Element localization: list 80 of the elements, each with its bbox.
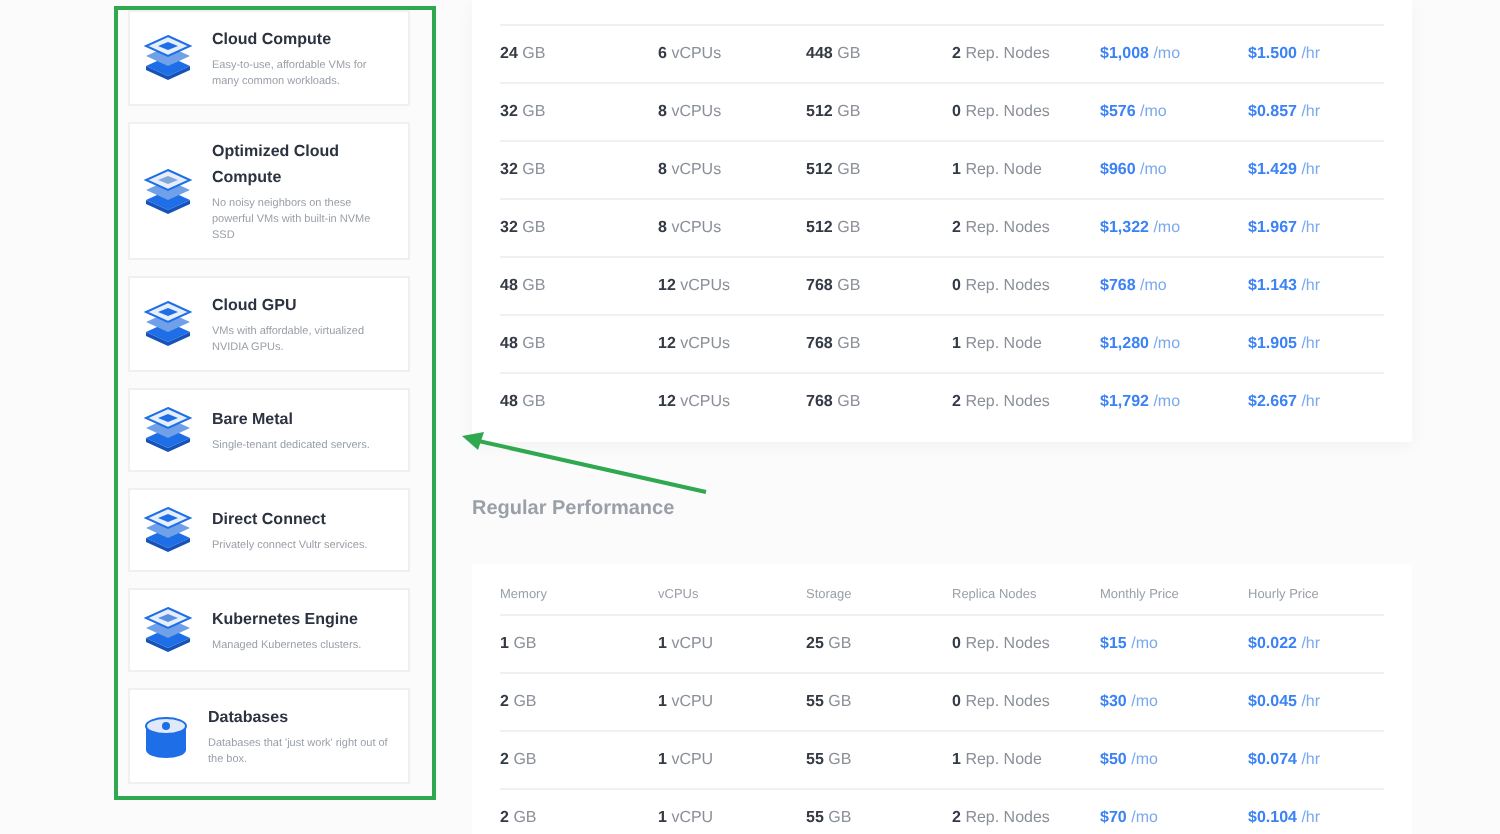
table-cell-text: $1.500 /hr <box>1248 42 1323 66</box>
table-cell-text: 2 Rep. Nodes <box>952 216 1052 240</box>
server-stack-icon <box>142 298 194 350</box>
table-cell-text: $0.074 /hr <box>1248 748 1323 772</box>
table-cell-text: $0.045 /hr <box>1248 690 1323 714</box>
table-cell-text: 0 Rep. Nodes <box>952 632 1052 656</box>
table-cell-text: $50 /mo <box>1100 748 1160 772</box>
table-cell-text: $1.143 /hr <box>1248 274 1323 298</box>
table-cell-text: 768 GB <box>806 274 863 298</box>
server-stack-icon <box>142 165 194 217</box>
table-cell-text: 768 GB <box>806 390 863 414</box>
product-title: Optimized Cloud Compute <box>212 140 342 190</box>
table-cell-text: 24 GB <box>500 42 548 66</box>
table-cell-text: 32 GB <box>500 100 548 124</box>
table-cell-text: 0 Rep. Nodes <box>952 100 1052 124</box>
table-cell-text: 2 Rep. Nodes <box>952 390 1052 414</box>
table-cell-text: 1 vCPU <box>658 632 716 656</box>
table-cell-text: 1 vCPU <box>658 690 716 714</box>
table-cell-text: $0.022 /hr <box>1248 632 1323 656</box>
table-cell-text: $1.967 /hr <box>1248 216 1323 240</box>
server-stack-icon <box>142 32 194 84</box>
product-title: Cloud Compute <box>212 28 334 52</box>
table-cell-text: $1,008 /mo <box>1100 42 1183 66</box>
table-cell-text: $15 /mo <box>1100 632 1160 656</box>
table-cell-text: 1 vCPU <box>658 806 716 830</box>
table-cell-text: $0.104 /hr <box>1248 806 1323 830</box>
table-cell-text: 8 vCPUs <box>658 158 724 182</box>
table-cell-text: 512 GB <box>806 158 863 182</box>
table-cell-text: 1 vCPU <box>658 748 716 772</box>
table-cell-text: 55 GB <box>806 806 854 830</box>
table-cell-text: 1 Rep. Node <box>952 748 1044 772</box>
table-cell-text: $1.429 /hr <box>1248 158 1323 182</box>
table-cell-text: 1 GB <box>500 632 539 656</box>
table-cell-text: 8 vCPUs <box>658 100 724 124</box>
table-cell-text: $1,792 /mo <box>1100 390 1183 414</box>
table-cell-text: 48 GB <box>500 274 548 298</box>
product-title: Cloud GPU <box>212 294 299 318</box>
table-cell-text: $1,322 /mo <box>1100 216 1183 240</box>
table-cell-text: 32 GB <box>500 216 548 240</box>
product-title: Direct Connect <box>212 508 328 532</box>
section-title: Regular Performance <box>472 496 677 524</box>
table-cell-text: 768 GB <box>806 332 863 356</box>
table-cell-text: 2 GB <box>500 690 539 714</box>
product-title: Bare Metal <box>212 408 295 432</box>
table-cell-text: 2 GB <box>500 806 539 830</box>
table-cell-text: 6 vCPUs <box>658 42 724 66</box>
server-stack-icon <box>142 404 194 456</box>
table-cell-text: 0 Rep. Nodes <box>952 274 1052 298</box>
table-cell-text: 48 GB <box>500 332 548 356</box>
table-cell-text: $30 /mo <box>1100 690 1160 714</box>
table-cell-text: 448 GB <box>806 42 863 66</box>
table-cell-text: $0.857 /hr <box>1248 100 1323 124</box>
table-cell-text: 12 vCPUs <box>658 274 733 298</box>
table-cell-text: 1 Rep. Node <box>952 332 1044 356</box>
server-stack-icon <box>142 504 194 556</box>
table-cell-text: 55 GB <box>806 748 854 772</box>
table-cell-text: 8 vCPUs <box>658 216 724 240</box>
table-cell-text: 48 GB <box>500 390 548 414</box>
table-cell-text: $70 /mo <box>1100 806 1160 830</box>
table-cell-text: 2 Rep. Nodes <box>952 806 1052 830</box>
table-cell-text: $960 /mo <box>1100 158 1169 182</box>
table-cell-text: $576 /mo <box>1100 100 1169 124</box>
table-cell-text: 25 GB <box>806 632 854 656</box>
table-cell-text: $2.667 /hr <box>1248 390 1323 414</box>
table-cell-text: 2 Rep. Nodes <box>952 42 1052 66</box>
product-title: Kubernetes Engine <box>212 608 360 632</box>
table-cell-text: 32 GB <box>500 158 548 182</box>
table-cell-text: $1,280 /mo <box>1100 332 1183 356</box>
server-stack-icon <box>142 604 194 656</box>
table-cell-text: 2 GB <box>500 748 539 772</box>
table-cell-text: 55 GB <box>806 690 854 714</box>
table-cell-text: 12 vCPUs <box>658 332 733 356</box>
table-cell-text: 12 vCPUs <box>658 390 733 414</box>
table-cell-text: 0 Rep. Nodes <box>952 690 1052 714</box>
table-cell-text: $768 /mo <box>1100 274 1169 298</box>
table-cell-text: $1.905 /hr <box>1248 332 1323 356</box>
table-cell-text: 512 GB <box>806 216 863 240</box>
product-title: Databases <box>208 706 291 730</box>
table-cell-text: 512 GB <box>806 100 863 124</box>
table-cell-text: 1 Rep. Node <box>952 158 1044 182</box>
